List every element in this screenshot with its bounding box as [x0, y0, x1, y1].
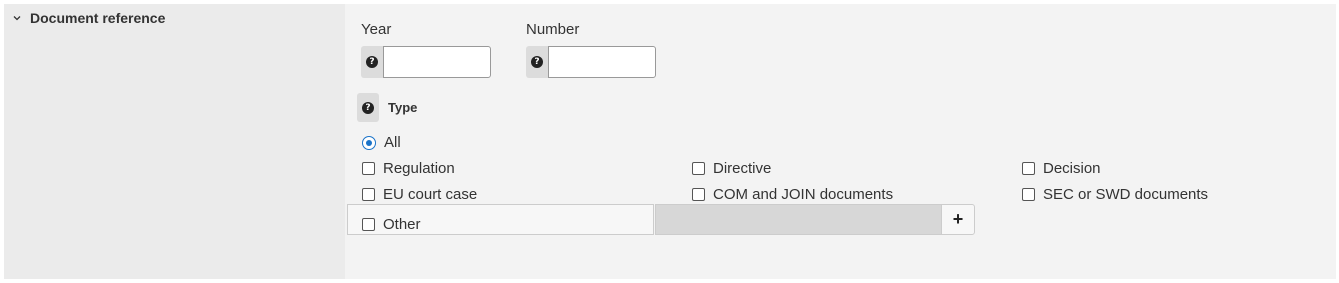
option-label: Other: [383, 216, 421, 233]
option-label: COM and JOIN documents: [713, 186, 894, 203]
checkbox-icon: [1022, 188, 1035, 201]
number-label: Number: [526, 21, 580, 38]
document-reference-panel: Document reference: [4, 4, 1336, 279]
checkbox-icon: [692, 162, 705, 175]
type-option-sec-swd[interactable]: SEC or SWD documents: [1022, 186, 1208, 203]
type-all-radio[interactable]: All: [362, 134, 401, 151]
type-option-other[interactable]: Other: [362, 216, 421, 233]
option-label: Regulation: [383, 160, 455, 177]
chevron-down-icon: [13, 16, 21, 21]
option-label: Decision: [1043, 160, 1101, 177]
year-input[interactable]: [383, 46, 491, 78]
section-title: Document reference: [30, 10, 166, 26]
checkbox-icon: [692, 188, 705, 201]
radio-checked-icon: [362, 135, 376, 150]
question-circle-icon: ?: [362, 101, 374, 114]
type-option-eu-court-case[interactable]: EU court case: [362, 186, 477, 203]
type-all-label: All: [384, 134, 401, 151]
type-option-regulation[interactable]: Regulation: [362, 160, 455, 177]
section-header-column: Document reference: [4, 4, 345, 279]
option-label: Directive: [713, 160, 772, 177]
year-field-group: ?: [361, 46, 491, 78]
checkbox-icon: [362, 188, 375, 201]
type-label: Type: [388, 100, 418, 115]
type-option-decision[interactable]: Decision: [1022, 160, 1101, 177]
option-label: SEC or SWD documents: [1043, 186, 1209, 203]
checkbox-icon: [1022, 162, 1035, 175]
year-help-button[interactable]: ?: [361, 46, 383, 78]
year-label: Year: [361, 21, 392, 38]
number-field-group: ?: [526, 46, 656, 78]
type-help-button[interactable]: ?: [357, 93, 379, 122]
section-toggle[interactable]: Document reference: [12, 10, 165, 26]
plus-icon: +: [952, 209, 964, 229]
type-option-directive[interactable]: Directive: [692, 160, 771, 177]
question-circle-icon: ?: [531, 56, 543, 68]
add-other-button[interactable]: +: [941, 204, 975, 235]
checkbox-icon: [362, 162, 375, 175]
option-label: EU court case: [383, 186, 478, 203]
checkbox-icon: [362, 218, 375, 231]
number-help-button[interactable]: ?: [526, 46, 548, 78]
question-circle-icon: ?: [366, 56, 378, 68]
type-option-com-join[interactable]: COM and JOIN documents: [692, 186, 893, 203]
number-input[interactable]: [548, 46, 656, 78]
other-type-input[interactable]: [655, 204, 942, 235]
